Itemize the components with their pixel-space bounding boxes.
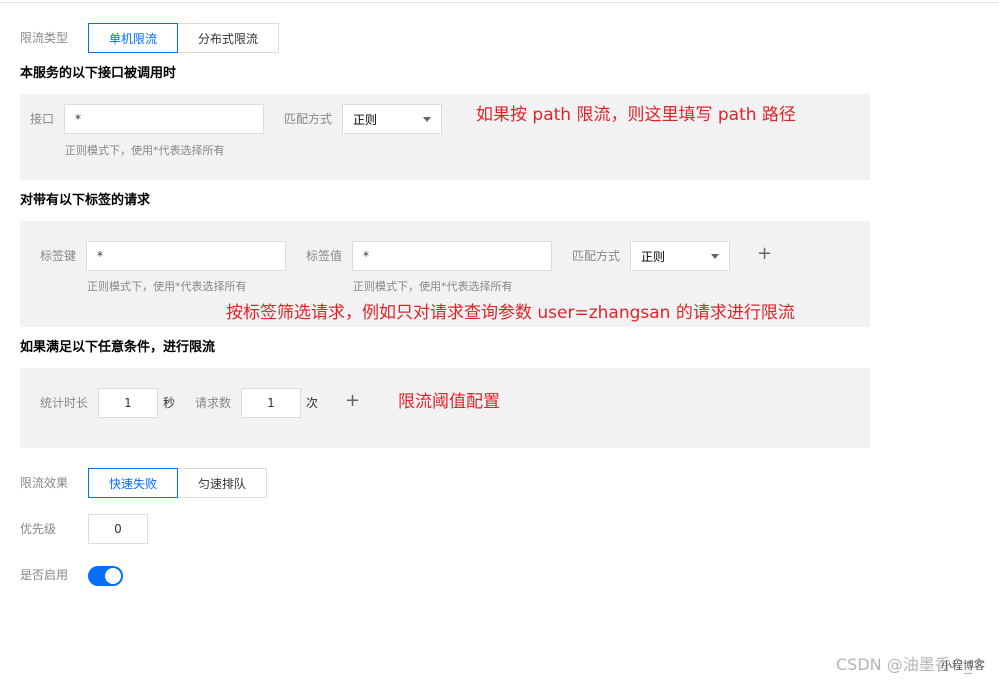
limit-type-option-distributed[interactable]: 分布式限流	[178, 23, 279, 53]
enabled-toggle[interactable]	[88, 566, 123, 586]
effect-option-queue[interactable]: 匀速排队	[178, 468, 267, 498]
tag-key-input[interactable]: *	[86, 241, 286, 271]
limit-type-option-standalone[interactable]: 单机限流	[88, 23, 178, 53]
tag-value-label: 标签值	[306, 249, 343, 263]
section-condition-title: 如果满足以下任意条件，进行限流	[20, 340, 216, 355]
enabled-label: 是否启用	[20, 568, 69, 582]
limit-type-label: 限流类型	[20, 31, 69, 45]
tag-key-hint: 正则模式下，使用*代表选择所有	[87, 280, 247, 293]
request-count-unit: 次	[306, 396, 319, 410]
tag-value-hint: 正则模式下，使用*代表选择所有	[353, 280, 513, 293]
tag-key-label: 标签键	[40, 249, 77, 263]
api-input[interactable]: *	[64, 104, 264, 134]
api-match-label: 匹配方式	[284, 112, 333, 126]
toggle-knob	[105, 568, 121, 584]
top-divider	[0, 2, 999, 3]
duration-input[interactable]: 1	[98, 388, 158, 418]
section-tags-title: 对带有以下标签的请求	[20, 193, 151, 208]
tags-annotation: 按标签筛选请求，例如只对请求查询参数 user=zhangsan 的请求进行限流	[226, 303, 795, 323]
tag-match-value: 正则	[641, 249, 666, 264]
add-tag-plus-icon[interactable]: +	[757, 245, 772, 263]
request-count-input[interactable]: 1	[241, 388, 301, 418]
api-label: 接口	[30, 112, 55, 126]
effect-segmented: 快速失败 匀速排队	[88, 468, 267, 498]
condition-annotation: 限流阈值配置	[398, 392, 500, 412]
priority-input[interactable]: 0	[88, 514, 148, 544]
section-api-title: 本服务的以下接口被调用时	[20, 66, 177, 81]
tag-match-select[interactable]: 正则	[630, 241, 730, 271]
priority-label: 优先级	[20, 522, 57, 536]
tag-value-input[interactable]: *	[352, 241, 552, 271]
chevron-down-icon	[423, 117, 431, 122]
effect-option-fast-fail[interactable]: 快速失败	[88, 468, 178, 498]
api-match-value: 正则	[353, 112, 378, 127]
limit-type-segmented: 单机限流 分布式限流	[88, 23, 279, 53]
duration-label: 统计时长	[40, 396, 89, 410]
api-hint: 正则模式下，使用*代表选择所有	[65, 144, 225, 157]
watermark-small: 小程博客	[941, 659, 985, 672]
add-condition-plus-icon[interactable]: +	[345, 392, 360, 410]
effect-label: 限流效果	[20, 476, 69, 490]
api-match-select[interactable]: 正则	[342, 104, 442, 134]
request-count-label: 请求数	[195, 396, 232, 410]
api-annotation: 如果按 path 限流，则这里填写 path 路径	[476, 105, 796, 125]
tag-match-label: 匹配方式	[572, 249, 621, 263]
duration-unit: 秒	[163, 396, 176, 410]
chevron-down-icon	[711, 254, 719, 259]
